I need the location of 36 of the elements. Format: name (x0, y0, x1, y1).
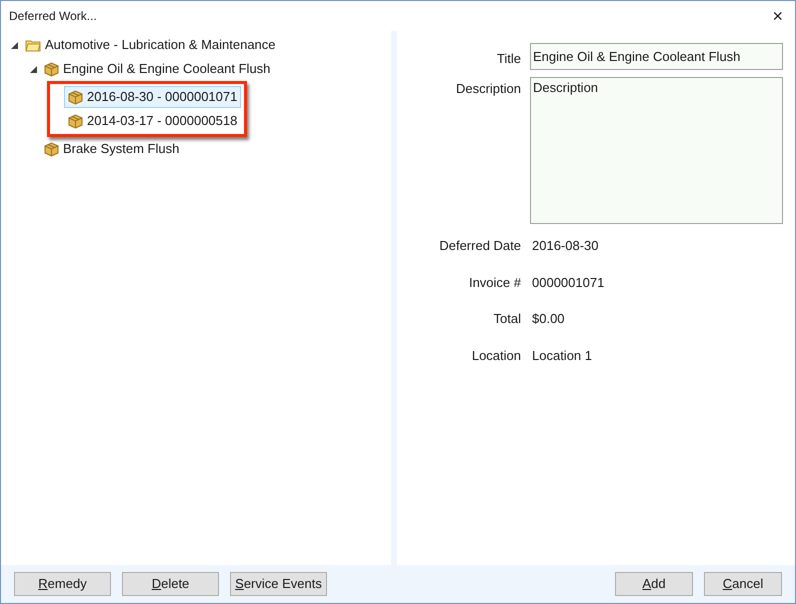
description-field[interactable]: Description (530, 77, 783, 224)
dialog-button[interactable]: Service Events (230, 572, 327, 596)
tree-item-label: Automotive - Lubrication & Maintenance (45, 36, 276, 54)
folder-icon (25, 38, 41, 52)
tree-item-label: Brake System Flush (63, 140, 180, 158)
expanded-arrow-icon[interactable] (30, 66, 36, 72)
field-label: Description (454, 80, 521, 98)
package-icon (44, 62, 59, 76)
tree-item[interactable]: 2014-03-17 - 0000000518 (64, 110, 242, 132)
tree-item[interactable]: 2016-08-30 - 0000001071 (64, 86, 242, 108)
field-label: Location (470, 346, 521, 364)
tree-item[interactable]: Automotive - Lubrication & Maintenance (21, 34, 280, 56)
dialog-button[interactable]: Remedy (14, 572, 111, 596)
tree-item-label: 2016-08-30 - 0000001071 (87, 88, 238, 106)
package-icon (68, 90, 83, 104)
tree-item-label: 2014-03-17 - 0000000518 (87, 112, 238, 130)
field-label: Total (492, 310, 521, 328)
field-label: Invoice # (468, 274, 521, 292)
window-title: Deferred Work... (9, 8, 97, 25)
tree-item[interactable]: Engine Oil & Engine Cooleant Flush (40, 58, 274, 80)
tree-item[interactable]: Brake System Flush (40, 138, 184, 160)
field-label: Deferred Date (438, 237, 521, 255)
tree-item-label: Engine Oil & Engine Cooleant Flush (63, 60, 270, 78)
package-icon (68, 114, 83, 128)
field-label: Title (496, 50, 521, 68)
expanded-arrow-icon[interactable] (10, 42, 18, 48)
close-button[interactable]: × (768, 7, 787, 25)
field-value: $0.00 (531, 310, 566, 328)
dialog-button[interactable]: Add (615, 572, 693, 596)
package-icon (44, 142, 59, 156)
dialog-button[interactable]: Delete (122, 572, 219, 596)
field-value: 0000001071 (531, 274, 606, 292)
field-value: 2016-08-30 (531, 237, 600, 255)
field-value: Location 1 (531, 346, 593, 364)
dialog-button[interactable]: Cancel (704, 572, 782, 596)
title-field[interactable]: Engine Oil & Engine Cooleant Flush (530, 43, 783, 70)
